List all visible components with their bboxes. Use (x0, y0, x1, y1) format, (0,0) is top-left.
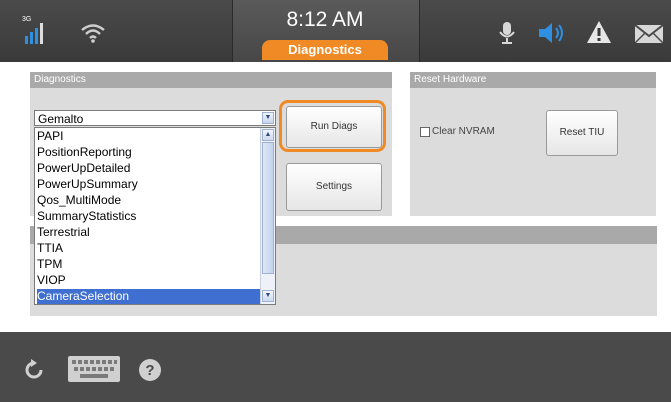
list-scrollbar[interactable]: ▲ ▼ (260, 128, 275, 304)
refresh-icon[interactable] (22, 358, 46, 382)
reset-hardware-panel: Reset Hardware (410, 72, 656, 216)
list-item[interactable]: PowerUpDetailed (37, 161, 261, 176)
wifi-icon (80, 22, 106, 44)
signal-bars-icon: 3G (22, 16, 48, 46)
envelope-icon[interactable] (634, 24, 664, 44)
chevron-down-icon[interactable]: ▼ (262, 112, 274, 124)
status-bar: 3G 8:12 AM Diagnostics (0, 0, 671, 62)
warning-icon[interactable] (586, 20, 612, 44)
tab-diagnostics[interactable]: Diagnostics (262, 40, 388, 60)
settings-button[interactable]: Settings (286, 163, 382, 211)
svg-text:?: ? (145, 362, 154, 379)
diagnostic-select[interactable]: Gemalto ▼ (34, 110, 276, 126)
diagnostics-panel-header: Diagnostics (30, 72, 392, 88)
list-item[interactable]: VIOP (37, 273, 261, 288)
speaker-icon[interactable] (537, 22, 567, 44)
scroll-up-icon[interactable]: ▲ (262, 129, 274, 141)
diagnostic-select-value: Gemalto (38, 112, 84, 126)
scroll-down-icon[interactable]: ▼ (262, 290, 274, 302)
list-item-selected[interactable]: CameraSelection (37, 289, 261, 304)
scroll-thumb[interactable] (262, 142, 274, 274)
list-item[interactable]: PositionReporting (37, 145, 261, 160)
list-item[interactable]: TTIA (37, 241, 261, 256)
keyboard-icon[interactable] (68, 356, 120, 382)
list-item[interactable]: PAPI (37, 129, 261, 144)
clear-nvram-checkbox[interactable] (420, 127, 430, 137)
list-item[interactable]: TPM (37, 257, 261, 272)
clock: 8:12 AM (286, 8, 364, 31)
list-item[interactable]: PowerUpSummary (37, 177, 261, 192)
run-diags-button[interactable]: Run Diags (286, 106, 382, 148)
bottom-toolbar: ? (0, 332, 671, 402)
list-item[interactable]: Qos_MultiMode (37, 193, 261, 208)
reset-tiu-button[interactable]: Reset TIU (546, 110, 618, 156)
help-icon[interactable]: ? (138, 358, 162, 382)
reset-hardware-panel-header: Reset Hardware (410, 72, 656, 88)
list-item[interactable]: SummaryStatistics (37, 209, 261, 224)
microphone-icon[interactable] (498, 20, 516, 46)
diagnostic-options-list[interactable]: PAPI PositionReporting PowerUpDetailed P… (34, 127, 276, 305)
network-type-label: 3G (22, 16, 32, 23)
list-item[interactable]: Terrestrial (37, 225, 261, 240)
clear-nvram-label: Clear NVRAM (432, 126, 495, 137)
